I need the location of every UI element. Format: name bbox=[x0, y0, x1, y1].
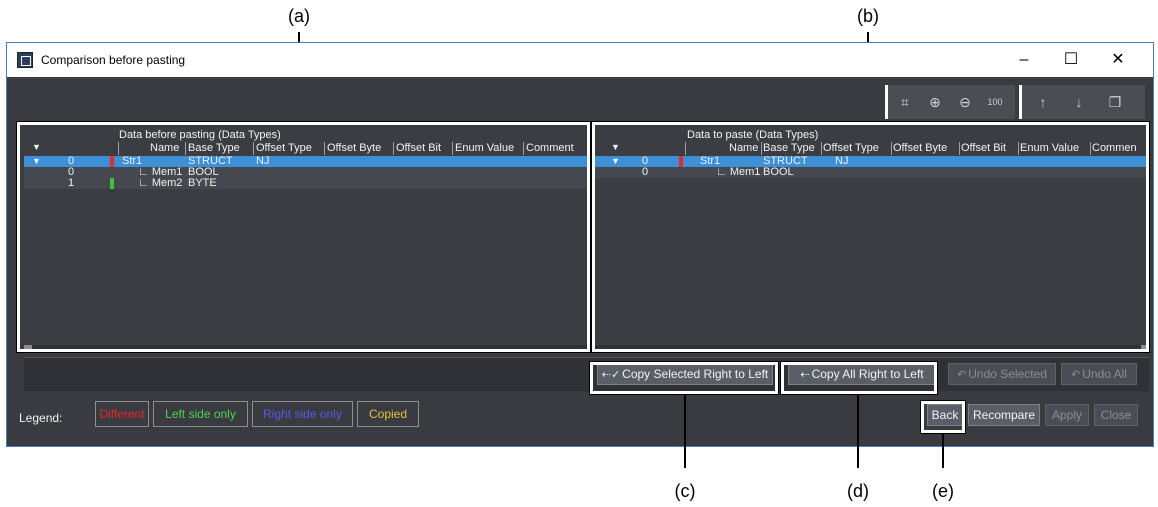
callout-frame-c bbox=[589, 361, 779, 395]
undo-selected-icon: ↶ bbox=[957, 369, 967, 381]
callout-d: (d) bbox=[847, 481, 869, 501]
zoom-100-icon[interactable]: 100 bbox=[986, 93, 1004, 111]
navigation-tool-group: ↑ ↓ ❐ bbox=[1019, 85, 1145, 119]
zoom-out-icon[interactable]: ⊖ bbox=[956, 93, 974, 111]
minimize-button[interactable]: – bbox=[1009, 49, 1039, 71]
legend-right-side-only: Right side only bbox=[252, 401, 353, 427]
recompare-button[interactable]: Recompare bbox=[968, 404, 1040, 426]
close-window-button[interactable]: ✕ bbox=[1103, 49, 1133, 71]
fit-icon[interactable]: ⌗ bbox=[896, 93, 914, 111]
legend-label: Legend: bbox=[19, 411, 63, 425]
zoom-tool-group: ⌗ ⊕ ⊖ 100 bbox=[885, 85, 1015, 119]
apply-button[interactable]: Apply bbox=[1045, 404, 1089, 426]
restore-layout-icon[interactable]: ❐ bbox=[1106, 93, 1124, 111]
legend-left-side-only: Left side only bbox=[153, 401, 248, 427]
callout-b: (b) bbox=[857, 6, 879, 26]
callout-frame-a bbox=[16, 121, 591, 353]
close-button[interactable]: Close bbox=[1094, 404, 1138, 426]
callout-frame-b bbox=[591, 121, 1150, 353]
callout-e: (e) bbox=[932, 481, 954, 501]
zoom-in-icon[interactable]: ⊕ bbox=[926, 93, 944, 111]
callout-d-line bbox=[857, 394, 859, 468]
action-bar: ⇠✓ Copy Selected Right to Left ⇠ Copy All … bbox=[24, 357, 1149, 391]
undo-selected-button[interactable]: ↶ Undo Selected bbox=[948, 363, 1056, 385]
app-icon bbox=[17, 52, 33, 68]
callout-a: (a) bbox=[288, 6, 310, 26]
window-title: Comparison before pasting bbox=[41, 53, 186, 67]
callout-frame-e bbox=[920, 400, 966, 434]
undo-all-icon: ↶ bbox=[1071, 369, 1081, 381]
callout-frame-d bbox=[780, 361, 938, 395]
callout-e-line bbox=[942, 433, 944, 468]
undo-all-label: Undo All bbox=[1082, 367, 1127, 381]
title-bar: Comparison before pasting – ☐ ✕ bbox=[7, 43, 1153, 77]
undo-selected-label: Undo Selected bbox=[968, 367, 1047, 381]
callout-c-line bbox=[684, 394, 686, 468]
maximize-button[interactable]: ☐ bbox=[1056, 49, 1086, 71]
undo-all-button[interactable]: ↶ Undo All bbox=[1061, 363, 1137, 385]
callout-c: (c) bbox=[674, 481, 696, 501]
legend-different: Different bbox=[95, 401, 149, 427]
arrow-up-icon[interactable]: ↑ bbox=[1034, 93, 1052, 111]
legend-copied: Copied bbox=[357, 401, 419, 427]
view-toolbar: ⌗ ⊕ ⊖ 100 ↑ ↓ ❐ bbox=[885, 85, 1145, 119]
arrow-down-icon[interactable]: ↓ bbox=[1070, 93, 1088, 111]
